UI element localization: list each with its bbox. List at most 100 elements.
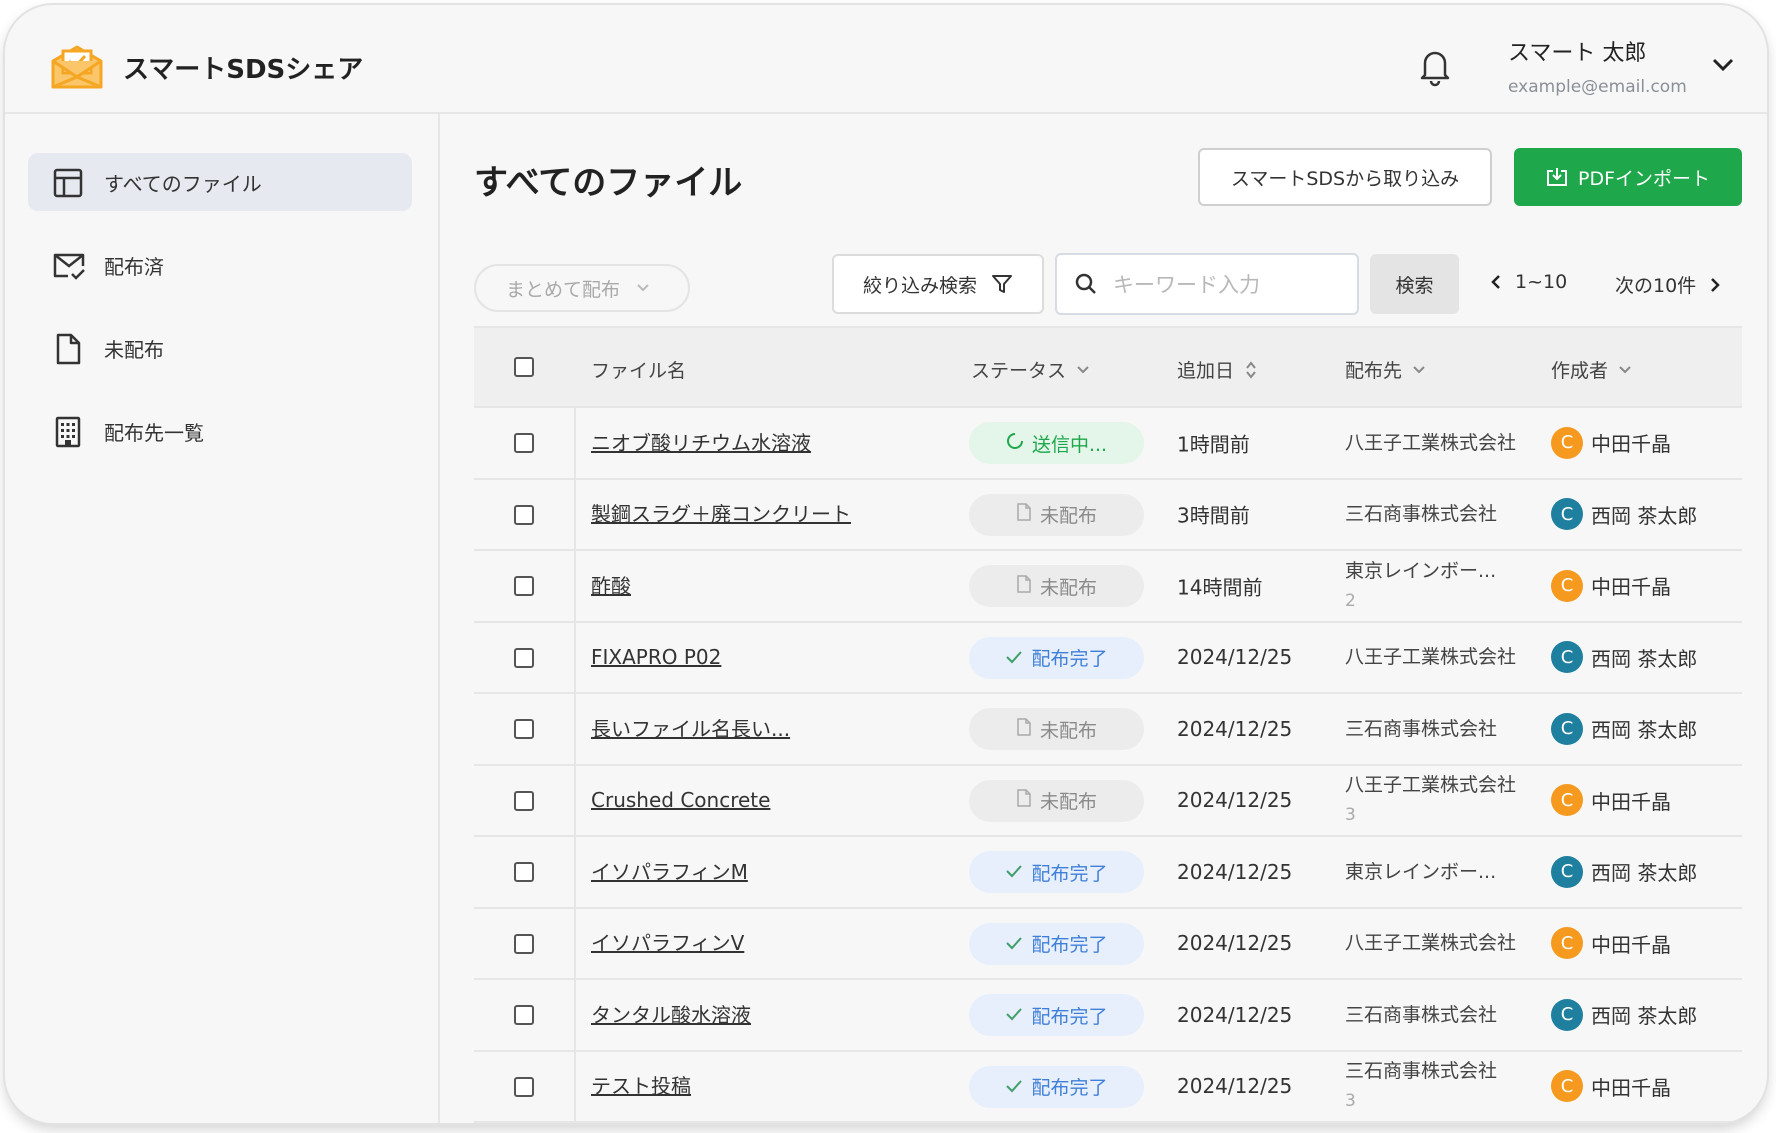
search-field[interactable] xyxy=(1055,253,1359,315)
filter-search-button[interactable]: 絞り込み検索 xyxy=(832,254,1044,314)
table-row[interactable]: FIXAPRO P02 配布完了 2024/12/25 八王子工業株式会社 C … xyxy=(474,622,1742,694)
table-row[interactable]: イソパラフィンV 配布完了 2024/12/25 八王子工業株式会社 C 中田千… xyxy=(474,908,1742,980)
header-author[interactable]: 作成者 xyxy=(1551,356,1632,383)
status-badge: 未配布 xyxy=(969,708,1144,750)
user-name[interactable]: スマート 太郎 xyxy=(1508,35,1646,67)
row-checkbox[interactable] xyxy=(514,647,534,668)
author-name: 西岡 茶太郎 xyxy=(1591,1004,1698,1029)
search-icon xyxy=(1075,273,1096,294)
file-name-link[interactable]: 長いファイル名長い... xyxy=(591,713,871,745)
table-row[interactable]: ニオブ酸リチウム水溶液 送信中... 1時間前 八王子工業株式会社 C 中田千晶 xyxy=(474,408,1742,480)
chevron-down-icon[interactable] xyxy=(1711,57,1735,73)
destination-name: 三石商事株式会社 xyxy=(1345,717,1498,740)
author-name: 中田千晶 xyxy=(1591,575,1671,600)
status-label: 配布完了 xyxy=(1031,648,1108,670)
table-row[interactable]: タンタル酸水溶液 配布完了 2024/12/25 三石商事株式会社 C 西岡 茶… xyxy=(474,980,1742,1052)
row-checkbox-cell xyxy=(474,551,576,621)
row-checkbox[interactable] xyxy=(514,1076,534,1097)
table-row[interactable]: イソパラフィンM 配布完了 2024/12/25 東京レインボー... C 西岡… xyxy=(474,837,1742,909)
status-badge: 送信中... xyxy=(969,422,1144,464)
file-name-link[interactable]: FIXAPRO P02 xyxy=(591,641,871,673)
destination-name: 八王子工業株式会社 xyxy=(1345,646,1517,669)
pdf-import-button[interactable]: PDFインポート xyxy=(1514,148,1742,206)
file-name-link[interactable]: タンタル酸水溶液 xyxy=(591,999,871,1031)
sidebar-item-destinations[interactable]: 配布先一覧 xyxy=(28,402,412,460)
sidebar-item-label: 配布先一覧 xyxy=(104,420,204,445)
header-added-date[interactable]: 追加日 xyxy=(1177,356,1258,383)
author-name: 西岡 茶太郎 xyxy=(1591,503,1698,528)
header-status[interactable]: ステータス xyxy=(971,356,1090,383)
top-header: スマートSDSシェア スマート 太郎 example@email.com xyxy=(5,5,1767,114)
table-row[interactable]: テスト投稿 配布完了 2024/12/25 三石商事株式会社 3 C 中田千晶 xyxy=(474,1051,1742,1123)
table-row[interactable]: 製鋼スラグ＋廃コンクリート 未配布 3時間前 三石商事株式会社 C 西岡 茶太郎 xyxy=(474,479,1742,551)
added-date: 2024/12/25 xyxy=(1177,716,1293,741)
author-cell: C 中田千晶 xyxy=(1551,569,1671,602)
avatar: C xyxy=(1551,855,1583,888)
header-destination[interactable]: 配布先 xyxy=(1345,356,1426,383)
row-checkbox[interactable] xyxy=(514,719,534,739)
pager-next[interactable]: 次の10件 xyxy=(1615,271,1720,298)
row-checkbox[interactable] xyxy=(514,433,534,453)
file-name-link[interactable]: 製鋼スラグ＋廃コンクリート xyxy=(591,498,871,530)
status-label: 未配布 xyxy=(1039,505,1097,527)
status-badge: 配布完了 xyxy=(969,636,1144,679)
destination-cell: 三石商事株式会社 3 xyxy=(1345,1056,1525,1116)
file-icon xyxy=(1017,574,1031,593)
search-button[interactable]: 検索 xyxy=(1370,254,1459,314)
status-icon xyxy=(1005,1076,1023,1098)
bulk-distribute-select[interactable]: まとめて配布 xyxy=(474,264,690,312)
sidebar-item-all-files[interactable]: すべてのファイル xyxy=(28,153,412,211)
status-label: 配布完了 xyxy=(1031,1005,1108,1028)
avatar: C xyxy=(1551,498,1583,531)
status-label: 配布完了 xyxy=(1031,934,1108,956)
row-checkbox-cell xyxy=(474,980,576,1050)
select-all-checkbox[interactable] xyxy=(514,357,534,377)
destination-extra-count: 2 xyxy=(1345,590,1356,611)
search-input[interactable] xyxy=(1111,265,1345,305)
pager-next-label: 次の10件 xyxy=(1615,275,1697,297)
status-badge: 未配布 xyxy=(969,779,1144,822)
row-checkbox[interactable] xyxy=(514,862,534,882)
status-icon xyxy=(1016,717,1032,741)
sidebar: すべてのファイル 配布済 未配布 配布先一覧 xyxy=(5,114,440,1123)
author-name: 中田千晶 xyxy=(1591,789,1671,814)
status-icon xyxy=(1005,647,1023,669)
row-checkbox[interactable] xyxy=(514,790,534,811)
author-cell: C 中田千晶 xyxy=(1551,426,1671,459)
author-name: 西岡 茶太郎 xyxy=(1591,646,1698,671)
user-email: example@email.com xyxy=(1508,77,1687,97)
sidebar-item-distributed[interactable]: 配布済 xyxy=(28,236,412,294)
file-name-link[interactable]: イソパラフィンV xyxy=(591,927,871,959)
avatar: C xyxy=(1551,712,1583,745)
page-title: すべてのファイル xyxy=(474,163,743,203)
file-name-link[interactable]: ニオブ酸リチウム水溶液 xyxy=(591,427,871,459)
chevron-right-icon xyxy=(1711,277,1720,292)
row-checkbox[interactable] xyxy=(514,504,534,525)
row-checkbox-cell xyxy=(474,765,576,835)
logo-icon xyxy=(51,45,103,89)
row-checkbox-cell xyxy=(474,908,576,978)
sidebar-item-undistributed[interactable]: 未配布 xyxy=(28,319,412,377)
file-name-link[interactable]: Crushed Concrete xyxy=(591,784,871,816)
file-name-link[interactable]: テスト投稿 xyxy=(591,1070,871,1102)
chevron-down-icon xyxy=(637,284,649,292)
chevron-down-icon xyxy=(1619,365,1631,373)
row-checkbox[interactable] xyxy=(514,1005,534,1025)
author-cell: C 西岡 茶太郎 xyxy=(1551,498,1698,531)
added-date: 2024/12/25 xyxy=(1177,931,1293,956)
building-icon xyxy=(55,416,81,448)
table-row[interactable]: 長いファイル名長い... 未配布 2024/12/25 三石商事株式会社 C 西… xyxy=(474,694,1742,766)
table-row[interactable]: 酢酸 未配布 14時間前 東京レインボー... 2 C 中田千晶 xyxy=(474,551,1742,623)
pager-previous[interactable]: 1~10 xyxy=(1491,271,1567,293)
file-icon xyxy=(1017,503,1031,521)
destination-extra-count: 3 xyxy=(1345,805,1356,826)
files-table: ファイル名 ステータス 追加日 配布先 作成者 ニオブ酸リチウム水溶液 送信中.… xyxy=(474,326,1742,1123)
file-name-link[interactable]: イソパラフィンM xyxy=(591,856,871,888)
avatar: C xyxy=(1551,569,1583,602)
bell-icon[interactable] xyxy=(1417,47,1453,87)
file-name-link[interactable]: 酢酸 xyxy=(591,570,871,602)
table-row[interactable]: Crushed Concrete 未配布 2024/12/25 八王子工業株式会… xyxy=(474,765,1742,837)
import-from-smartsds-button[interactable]: スマートSDSから取り込み xyxy=(1198,148,1492,206)
row-checkbox[interactable] xyxy=(514,933,534,954)
row-checkbox[interactable] xyxy=(514,576,534,596)
